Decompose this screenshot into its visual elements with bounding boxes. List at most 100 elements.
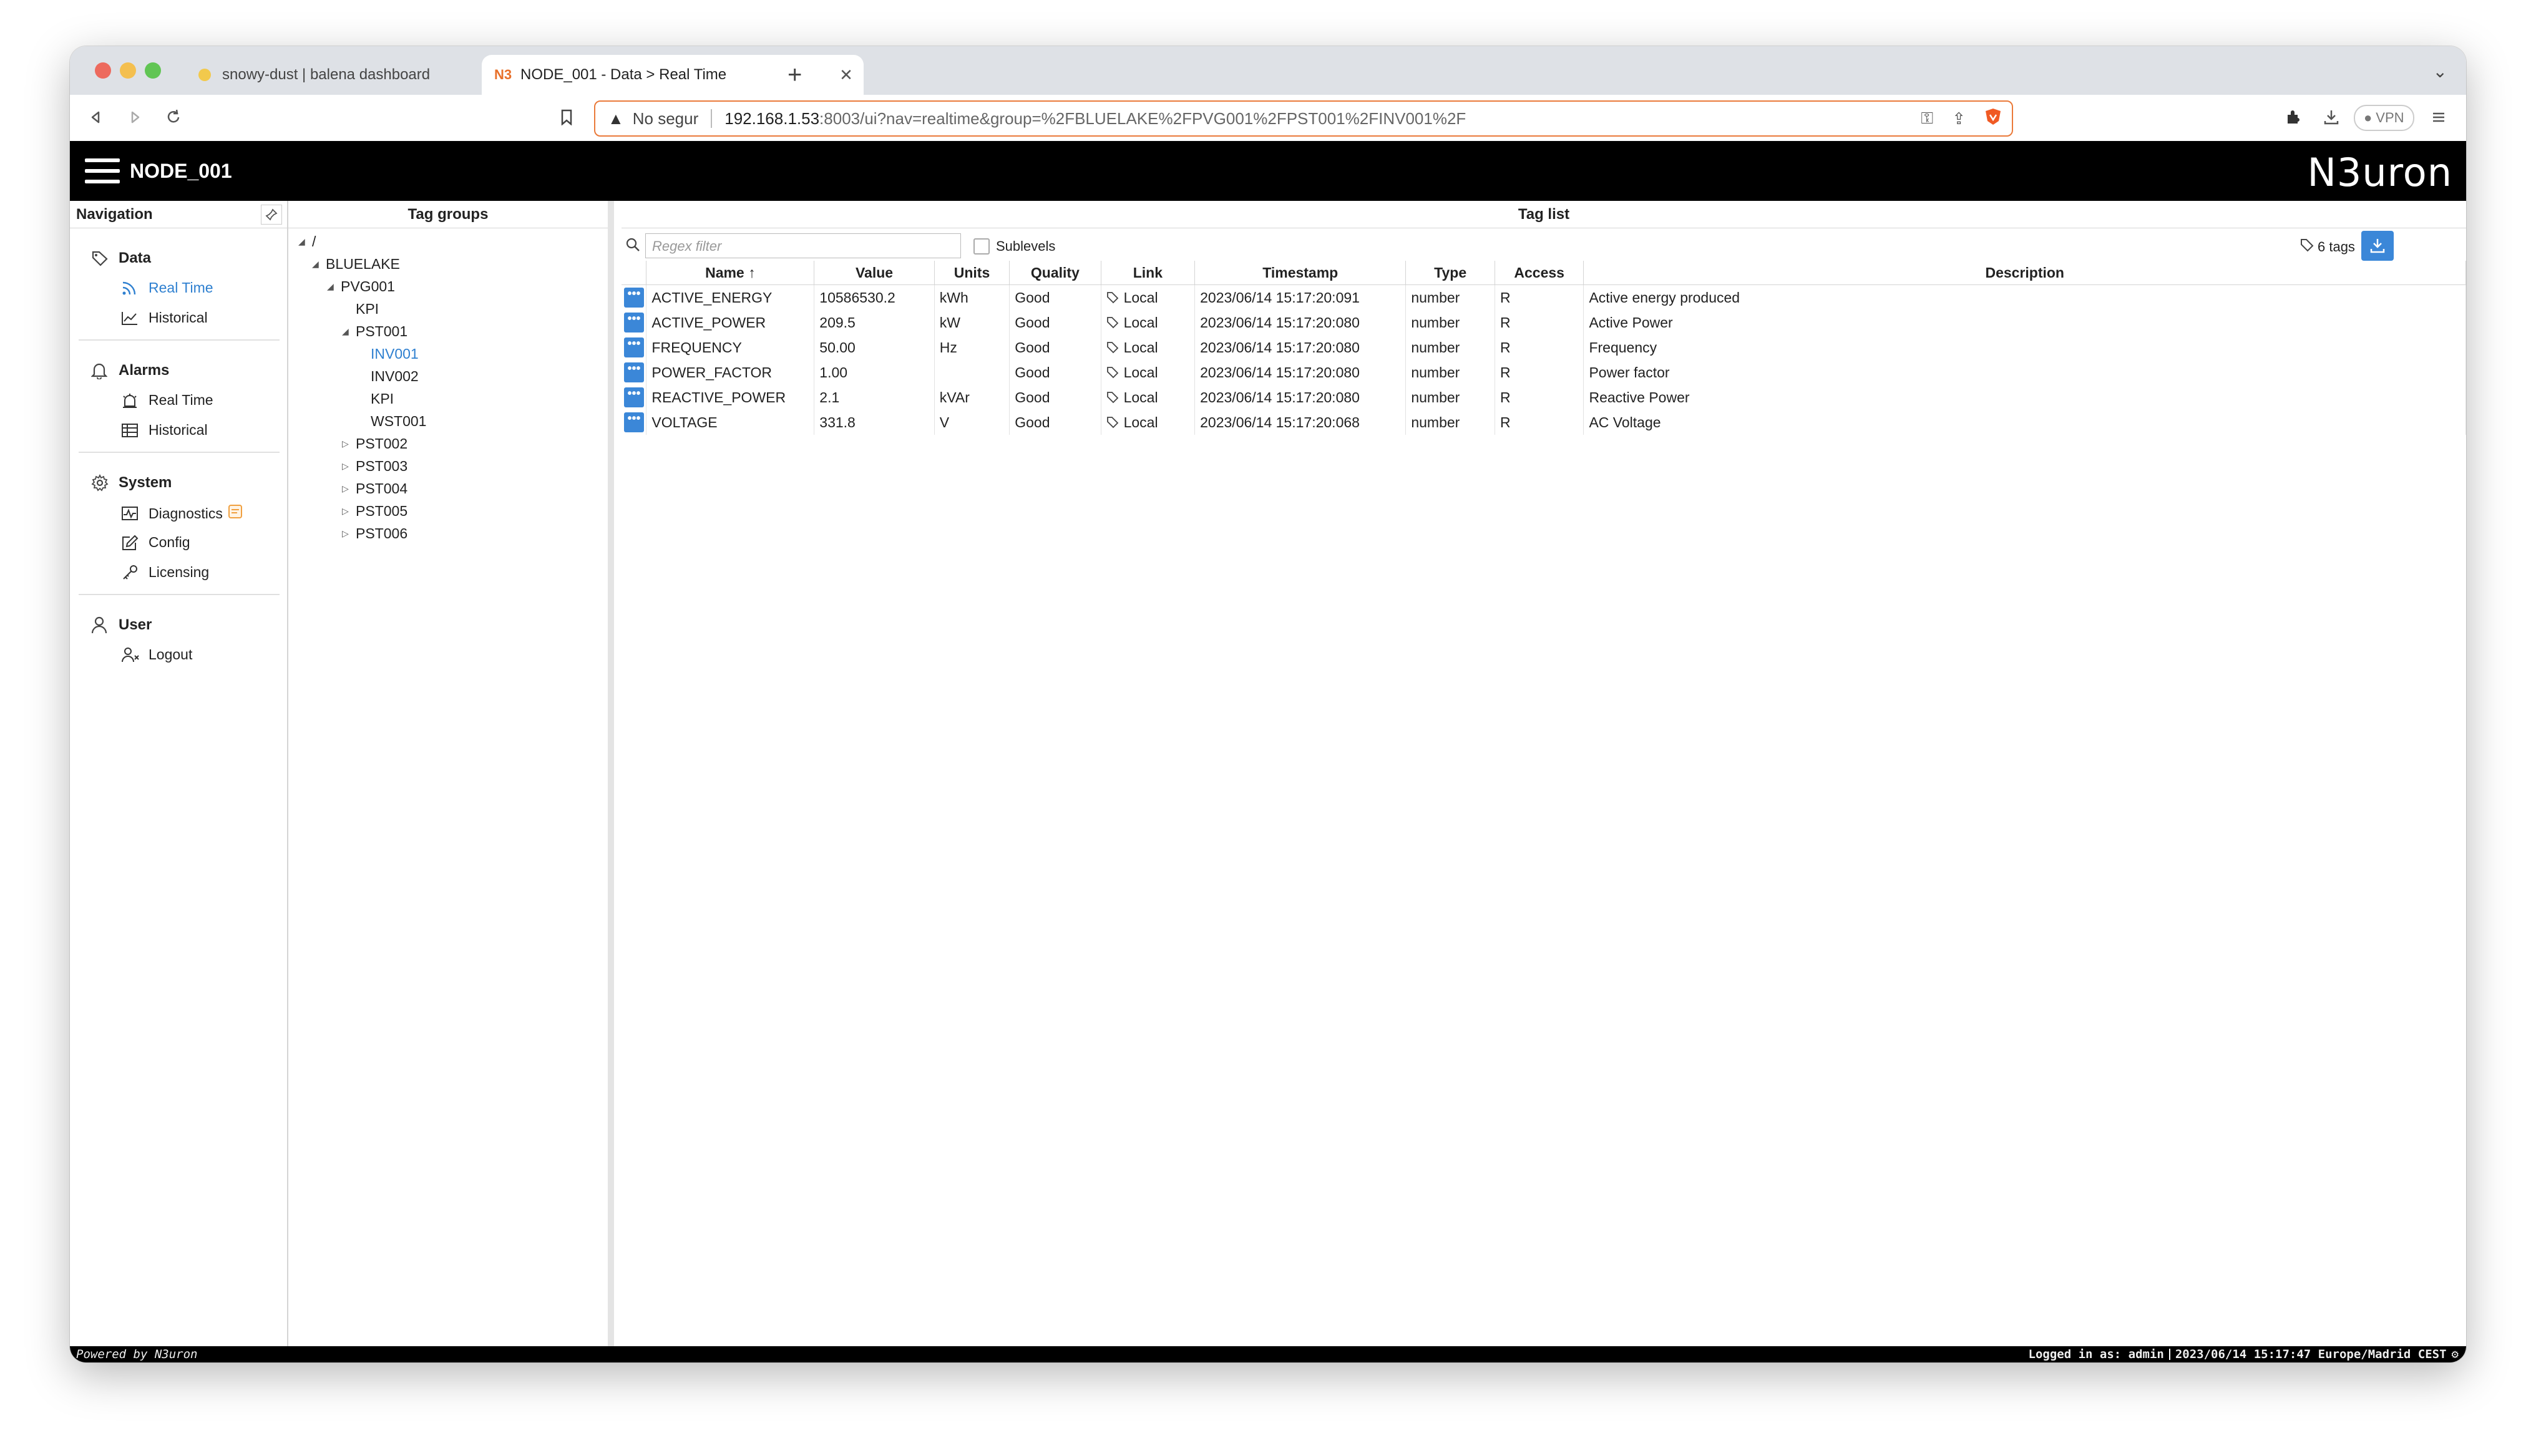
- column-header-access[interactable]: Access: [1495, 261, 1584, 285]
- nav-item-config[interactable]: Config: [121, 534, 190, 551]
- column-header-actions: [622, 261, 647, 285]
- expanded-triangle-icon[interactable]: ◢: [342, 326, 356, 337]
- nav-item-alarms-historical[interactable]: Historical: [121, 422, 208, 439]
- address-bar[interactable]: ▲ No segur 192.168.1.53:8003/ui?nav=real…: [594, 100, 2013, 137]
- row-menu-button[interactable]: •••: [624, 387, 644, 407]
- tag-icon: [91, 250, 112, 266]
- bookmark-button[interactable]: [553, 104, 580, 131]
- nav-group-label: User: [119, 616, 152, 633]
- regex-filter-input[interactable]: Regex filter: [645, 233, 961, 258]
- tree-node[interactable]: ▷ PST002: [342, 435, 407, 452]
- tag-description-cell: AC Voltage: [1583, 410, 2466, 435]
- browser-toolbar: ▲ No segur 192.168.1.53:8003/ui?nav=real…: [70, 95, 2466, 142]
- expanded-triangle-icon[interactable]: ◢: [312, 259, 326, 269]
- nav-group-label: System: [119, 474, 172, 491]
- tag-timestamp-cell: 2023/06/14 15:17:20:080: [1194, 360, 1407, 385]
- tree-node[interactable]: INV002: [357, 368, 419, 385]
- expanded-triangle-icon[interactable]: ◢: [298, 236, 312, 247]
- tag-type-cell: number: [1405, 385, 1495, 410]
- brave-shield-icon[interactable]: [1984, 107, 2002, 130]
- tag-description-cell: Frequency: [1583, 335, 2466, 360]
- downloads-icon[interactable]: [2318, 104, 2345, 131]
- tree-node[interactable]: ◢ PVG001: [327, 278, 395, 295]
- column-header-timestamp[interactable]: Timestamp: [1194, 261, 1407, 285]
- menu-icon[interactable]: [2425, 104, 2452, 131]
- vpn-button[interactable]: ● VPN: [2354, 105, 2414, 131]
- table-row[interactable]: ••• VOLTAGE 331.8 V Good Local 2023/06/14 15:1…: [622, 410, 2466, 435]
- reload-button[interactable]: [160, 104, 187, 131]
- column-header-type[interactable]: Type: [1405, 261, 1495, 285]
- collapsed-triangle-icon[interactable]: ▷: [342, 506, 356, 517]
- browser-tab-balena[interactable]: snowy-dust | balena dashboard: [183, 55, 489, 95]
- nav-group-user[interactable]: User: [91, 616, 152, 634]
- collapsed-triangle-icon[interactable]: ▷: [342, 483, 356, 494]
- table-row[interactable]: ••• FREQUENCY 50.00 Hz Good Local 2023/06/14 1…: [622, 335, 2466, 360]
- nav-item-data-historical[interactable]: Historical: [121, 309, 208, 326]
- table-row[interactable]: ••• POWER_FACTOR 1.00 Good Local 2023/06/14 1…: [622, 360, 2466, 385]
- tree-node[interactable]: KPI: [342, 301, 379, 318]
- settings-gear-icon[interactable]: ⚙: [2452, 1347, 2459, 1361]
- pin-icon[interactable]: [261, 205, 282, 225]
- tag-quality-cell: Good: [1009, 360, 1101, 385]
- tree-node[interactable]: ▷ PST005: [342, 503, 407, 520]
- tree-node[interactable]: ◢ PST001: [342, 323, 407, 340]
- column-header-value[interactable]: Value: [814, 261, 935, 285]
- nav-item-data-realtime[interactable]: Real Time: [121, 279, 213, 296]
- tree-node-selected[interactable]: INV001: [357, 346, 419, 362]
- table-row[interactable]: ••• ACTIVE_ENERGY 10586530.2 kWh Good Local 20…: [622, 284, 2466, 310]
- tree-node[interactable]: ▷ PST003: [342, 458, 407, 475]
- collapsed-triangle-icon[interactable]: ▷: [342, 528, 356, 539]
- column-header-name[interactable]: Name ↑: [646, 261, 815, 285]
- tag-access-cell: R: [1495, 310, 1584, 335]
- row-menu-button[interactable]: •••: [624, 288, 644, 308]
- column-header-quality[interactable]: Quality: [1009, 261, 1101, 285]
- sublevels-checkbox[interactable]: [973, 238, 990, 255]
- tree-node[interactable]: ◢ /: [298, 233, 316, 250]
- collapsed-triangle-icon[interactable]: ▷: [342, 461, 356, 472]
- new-tab-button[interactable]: +: [788, 60, 802, 90]
- nav-item-alarms-realtime[interactable]: Real Time: [121, 392, 213, 409]
- column-header-description[interactable]: Description: [1583, 261, 2466, 285]
- nav-group-system[interactable]: System: [91, 474, 172, 492]
- tab-search-chevron-icon[interactable]: ⌄: [2433, 61, 2447, 82]
- nav-item-label: Logout: [149, 646, 193, 662]
- extensions-icon[interactable]: [2279, 104, 2306, 131]
- tree-node[interactable]: ▷ PST004: [342, 480, 407, 497]
- row-menu-button[interactable]: •••: [624, 313, 644, 332]
- tree-node[interactable]: WST001: [357, 413, 426, 430]
- column-header-link[interactable]: Link: [1101, 261, 1196, 285]
- row-menu-button[interactable]: •••: [624, 412, 644, 432]
- row-menu-button[interactable]: •••: [624, 362, 644, 382]
- expanded-triangle-icon[interactable]: ◢: [327, 281, 341, 292]
- tag-link-cell: Local: [1101, 310, 1196, 335]
- share-icon[interactable]: ⇪: [1952, 109, 1966, 129]
- table-row[interactable]: ••• ACTIVE_POWER 209.5 kW Good Local 2023/06/1…: [622, 310, 2466, 335]
- nav-group-data[interactable]: Data: [91, 250, 151, 267]
- tree-node[interactable]: ◢ BLUELAKE: [312, 256, 400, 273]
- nav-item-licensing[interactable]: Licensing: [121, 564, 209, 581]
- nav-item-diagnostics[interactable]: Diagnostics: [121, 504, 243, 523]
- app-header: NODE_001 N3uron: [70, 141, 2466, 201]
- collapsed-triangle-icon[interactable]: ▷: [342, 439, 356, 449]
- close-tab-icon[interactable]: ✕: [835, 66, 857, 85]
- back-button[interactable]: [82, 104, 110, 131]
- nav-item-logout[interactable]: Logout: [121, 646, 192, 663]
- download-button[interactable]: [2361, 231, 2394, 261]
- key-icon[interactable]: ⚿: [1921, 109, 1933, 129]
- tag-access-cell: R: [1495, 284, 1584, 310]
- hamburger-menu-icon[interactable]: [85, 158, 120, 183]
- close-window-button[interactable]: [95, 62, 111, 79]
- minimize-window-button[interactable]: [120, 62, 136, 79]
- table-row[interactable]: ••• REACTIVE_POWER 2.1 kVAr Good Local 2023/06…: [622, 385, 2466, 410]
- forward-button[interactable]: [121, 104, 149, 131]
- sort-ascending-icon: ↑: [748, 264, 756, 281]
- browser-tab-n3uron[interactable]: N3 NODE_001 - Data > Real Time ✕: [482, 55, 864, 95]
- column-header-units[interactable]: Units: [934, 261, 1010, 285]
- tree-node[interactable]: ▷ PST006: [342, 525, 407, 542]
- maximize-window-button[interactable]: [145, 62, 161, 79]
- tag-table: Name ↑ Value Units Quality Link Timestam…: [622, 261, 2466, 435]
- tree-node[interactable]: KPI: [357, 391, 394, 407]
- nav-group-alarms[interactable]: Alarms: [91, 362, 169, 379]
- row-menu-button[interactable]: •••: [624, 337, 644, 357]
- navigation-title: Navigation: [76, 205, 153, 223]
